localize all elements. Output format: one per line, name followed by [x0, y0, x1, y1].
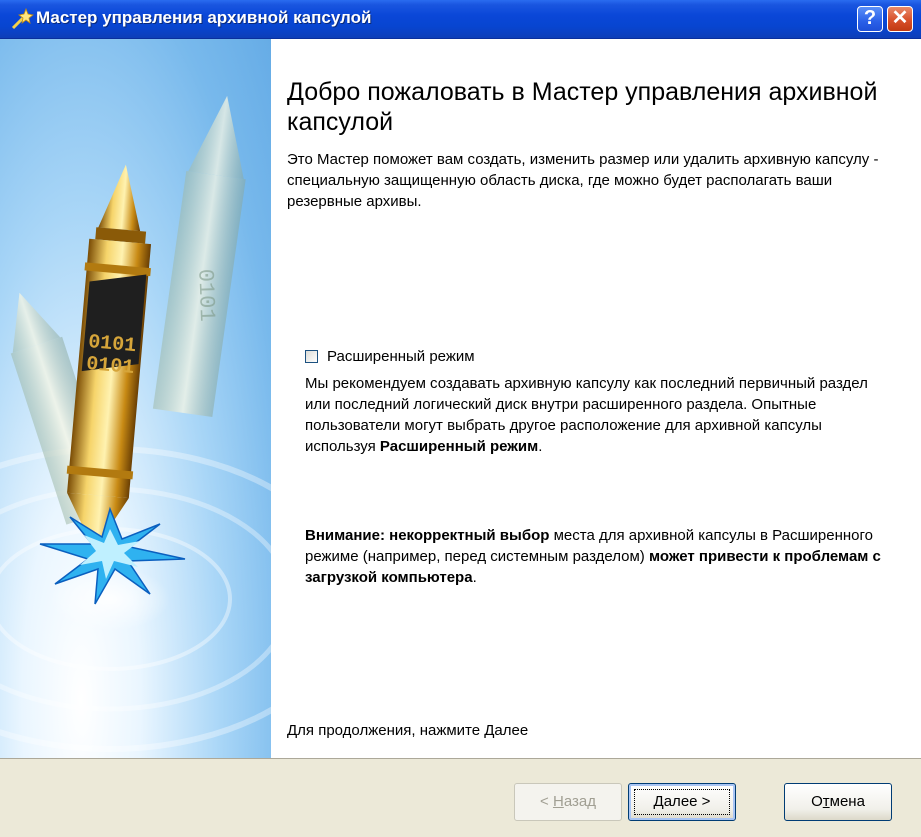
- back-mnemonic: Н: [552, 793, 564, 810]
- advanced-mode-label[interactable]: Расширенный режим: [327, 348, 475, 365]
- warning-text: Внимание: некорректный выбор места для а…: [305, 525, 895, 588]
- svg-text:0101: 0101: [192, 268, 219, 322]
- window-title: Мастер управления архивной капсулой: [36, 8, 372, 27]
- back-prefix: <: [540, 793, 553, 810]
- button-bar: < Назад Далее > Отмена: [0, 758, 921, 837]
- recommendation-text: Мы рекомендуем создавать архивную капсул…: [305, 373, 895, 457]
- next-button[interactable]: Далее >: [628, 783, 736, 821]
- focus-rectangle: [634, 789, 730, 815]
- wizard-window: Мастер управления архивной капсулой ? ✕: [0, 0, 921, 837]
- back-button[interactable]: < Назад: [514, 783, 622, 821]
- help-icon: ?: [863, 7, 877, 29]
- wizard-wand-icon: [11, 7, 34, 30]
- cancel-mnemonic: т: [822, 793, 830, 810]
- ghost-pillar-right: 0101: [152, 95, 246, 417]
- svg-text:0101: 0101: [85, 353, 135, 380]
- recommendation-end: .: [538, 438, 543, 455]
- back-rest: азад: [563, 793, 596, 810]
- recommendation-bold: Расширенный режим: [379, 438, 539, 455]
- close-icon: ✕: [891, 7, 909, 29]
- side-illustration-panel: 0101 0101 0101: [0, 39, 271, 758]
- cancel-prefix: О: [811, 793, 823, 810]
- checkbox-box[interactable]: [305, 350, 318, 363]
- cancel-rest: мена: [829, 793, 865, 810]
- warning-end: .: [472, 569, 477, 586]
- golden-pillar: 0101 0101: [66, 164, 152, 551]
- wizard-content: Добро пожаловать в Мастер управления арх…: [271, 39, 921, 758]
- warning-bold-start: Внимание: некорректный выбор: [305, 527, 550, 544]
- intro-text: Это Мастер поможет вам создать, изменить…: [287, 151, 879, 210]
- archive-capsule-pillar-illustration: 0101 0101 0101: [0, 95, 271, 752]
- title-bar[interactable]: Мастер управления архивной капсулой ? ✕: [0, 0, 921, 39]
- continue-hint: Для продолжения, нажмите Далее: [287, 722, 529, 739]
- page-title: Добро пожаловать в Мастер управления арх…: [287, 78, 878, 136]
- advanced-mode-checkbox[interactable]: Расширенный режим: [305, 348, 475, 365]
- help-button[interactable]: ?: [857, 6, 883, 32]
- cancel-button[interactable]: Отмена: [784, 783, 892, 821]
- close-button[interactable]: ✕: [887, 6, 913, 32]
